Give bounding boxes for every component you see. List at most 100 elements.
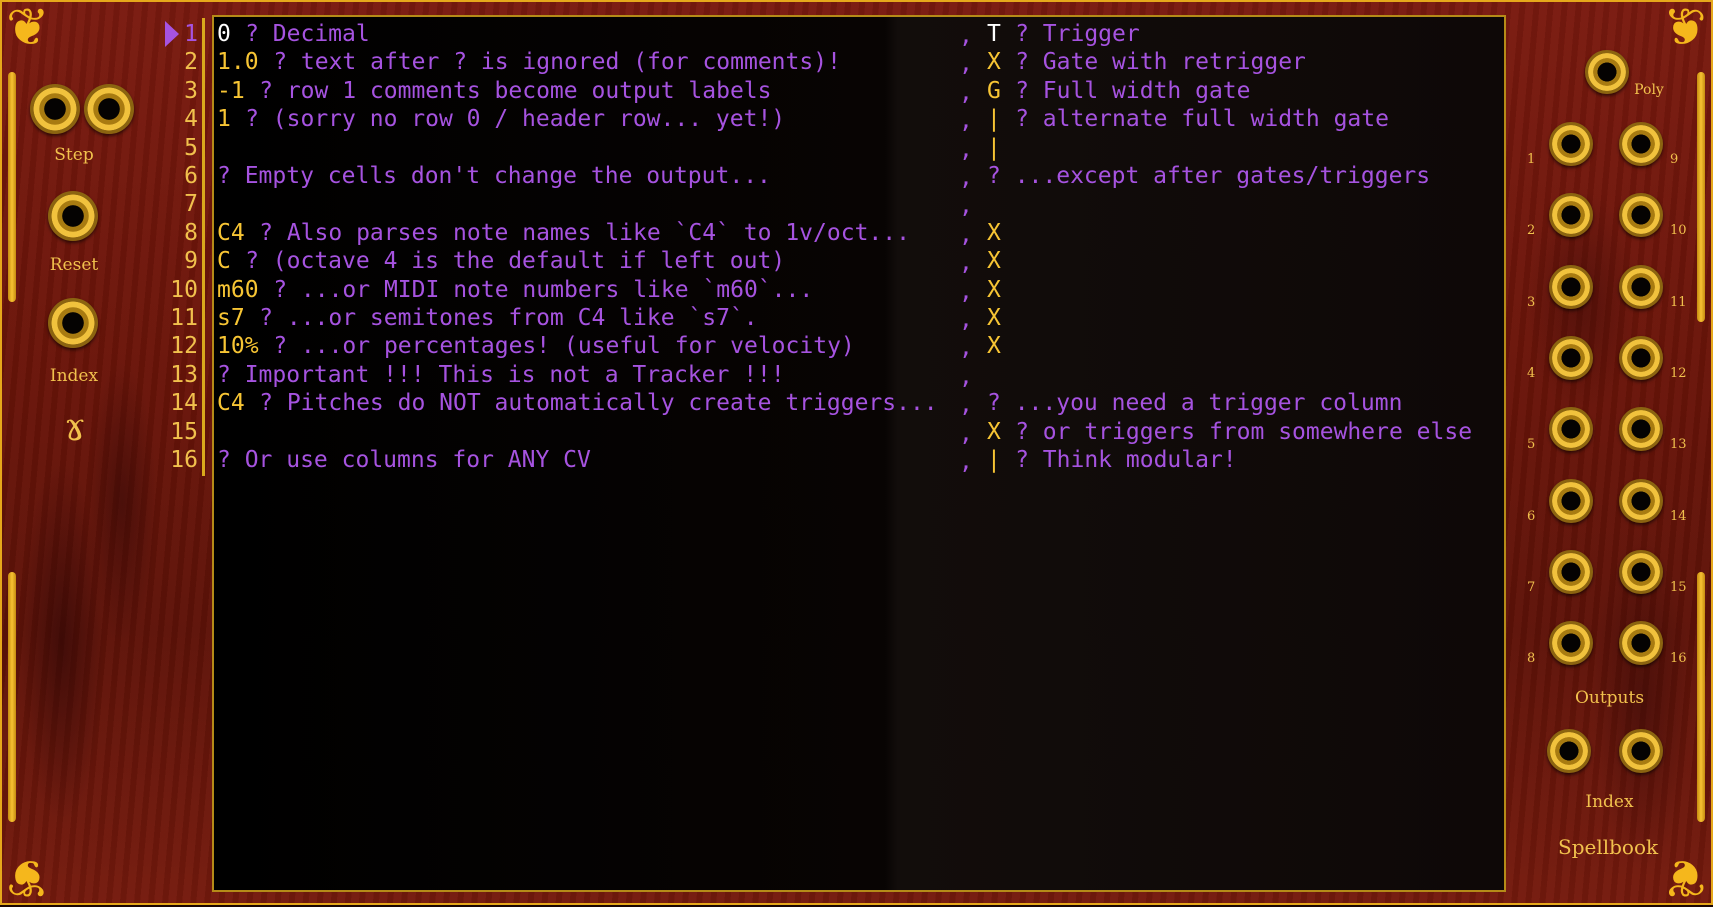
reset-input-jack[interactable] [48,191,98,241]
output-number-10: 10 [1670,223,1687,239]
column-separator: , [959,136,973,163]
column-separator: , [959,23,973,49]
column-1-cell-comment: ? Or use columns for ANY CV [217,447,591,473]
output-jack-3[interactable] [1549,264,1593,309]
output-jack-10[interactable] [1619,193,1663,238]
output-jack-16[interactable] [1619,621,1663,666]
corner-ornament-top-left: ❦ [6,0,50,58]
column-1-cell-comment: ? text after ? is ignored (for comments)… [273,49,841,76]
column-1-cell-comment: ? ...or semitones from C4 like `s7`. [259,305,758,331]
column-1-cell-comment: ? Important !!! This is not a Tracker !!… [217,361,785,388]
step-input-jack-2[interactable] [84,84,134,134]
column-2-cell-value[interactable]: | [987,134,1001,162]
output-number-4: 4 [1527,365,1536,381]
column-1-cell-comment: ? Decimal [245,21,370,47]
row-number: 13 [170,361,198,388]
column-2-cell-value[interactable]: | [987,105,1001,133]
column-1-cell-value[interactable]: m60 [217,276,259,304]
module-name: Spellbook [1558,835,1659,859]
output-jack-1[interactable] [1549,122,1593,166]
row-number: 11 [170,305,198,331]
column-1-cell-value[interactable]: 10% [217,332,259,360]
corner-ornament-bottom-left: ❦ [6,847,50,907]
index-output-jack-1[interactable] [1547,729,1591,773]
column-separator: , [959,278,973,305]
output-jack-4[interactable] [1549,335,1593,380]
column-2-cell-comment: ? Gate with retrigger [1015,49,1306,76]
column-2-cell-comment: ? or triggers from somewhere else [1015,418,1473,445]
output-jack-2[interactable] [1549,193,1593,238]
column-2-cell-comment: ? ...except after gates/triggers [987,163,1431,189]
column-2-cell-value[interactable]: | [987,446,1001,474]
output-jack-13[interactable] [1619,407,1663,452]
column-2-cell-value[interactable]: T [987,20,1001,48]
column-2-cell-comment: ? Trigger [1015,21,1140,47]
column-1-cell-value[interactable]: C4 [217,219,245,247]
output-jack-6[interactable] [1549,478,1593,523]
output-jack-12[interactable] [1619,335,1663,380]
output-number-14: 14 [1670,508,1687,524]
corner-ornament-top-right: ❦ [1663,0,1707,58]
column-separator: , [959,165,973,191]
column-separator: , [959,108,973,135]
column-separator: , [959,335,973,362]
step-label: Step [54,145,94,165]
output-jack-11[interactable] [1619,264,1663,309]
corner-ornament-bottom-right: ❦ [1663,847,1707,907]
step-input-jack-1[interactable] [30,84,80,134]
column-1-cell-comment: ? Empty cells don't change the output... [217,163,771,189]
column-1-cell-value[interactable]: s7 [217,304,245,332]
column-2-cell-value[interactable]: X [987,332,1001,360]
output-jack-15[interactable] [1619,549,1663,594]
row-number: 4 [184,106,198,133]
column-1-cell-comment: ? (octave 4 is the default if left out) [245,248,786,275]
column-2-cell-comment: ? Think modular! [1015,447,1237,473]
index-input-jack[interactable] [48,298,98,348]
row-number: 5 [184,134,198,161]
column-separator: , [959,193,973,220]
column-1-cell-value[interactable]: -1 [217,77,245,105]
column-separator: , [959,250,973,277]
column-2-cell-value[interactable]: X [987,304,1001,332]
column-2-cell-value[interactable]: X [987,48,1001,76]
column-2-cell-value[interactable]: X [987,276,1001,304]
left-edge-ornament-lower [8,572,16,822]
column-1-cell-value[interactable]: 1.0 [217,48,259,76]
row-number: 12 [170,333,198,360]
column-separator: , [959,307,973,333]
column-2-cell-value[interactable]: G [987,77,1001,105]
output-jack-7[interactable] [1549,549,1593,594]
column-separator: , [959,51,973,78]
column-separator: , [959,79,973,106]
output-number-11: 11 [1670,294,1687,310]
column-1-cell-value[interactable]: 0 [217,20,231,48]
column-1-cell-comment: ? (sorry no row 0 / header row... yet!) [245,106,786,133]
column-2-cell-value[interactable]: X [987,418,1001,446]
row-number: 3 [184,77,198,104]
output-number-1: 1 [1527,152,1536,167]
column-1-cell-value[interactable]: C4 [217,389,245,417]
output-number-9: 9 [1670,152,1679,167]
column-1-cell-value[interactable]: 1 [217,105,231,133]
output-number-3: 3 [1527,294,1536,310]
row-number: 1 [184,21,198,47]
output-jack-14[interactable] [1619,478,1663,523]
output-number-15: 15 [1670,579,1687,595]
spellbook-logo-icon: ɤ [64,405,86,449]
column-2-cell-comment: ? ...you need a trigger column [987,390,1403,417]
row-number: 14 [170,390,198,417]
output-number-7: 7 [1527,579,1536,595]
poly-output-jack[interactable] [1585,50,1629,94]
column-2-cell-comment: ? alternate full width gate [1015,106,1389,133]
column-2-cell-value[interactable]: X [987,247,1001,275]
output-jack-9[interactable] [1619,122,1663,166]
column-separator: , [959,363,973,390]
column-2-cell-value[interactable]: X [987,219,1001,247]
output-number-12: 12 [1670,365,1687,381]
output-jack-8[interactable] [1549,621,1593,666]
index-output-jack-2[interactable] [1619,729,1663,773]
column-1-cell-value[interactable]: C [217,247,231,275]
column-1-cell-comment: ? ...or MIDI note numbers like `m60`... [273,276,814,303]
output-jack-5[interactable] [1549,407,1593,452]
column-1-cell-comment: ? ...or percentages! (useful for velocit… [273,333,855,360]
